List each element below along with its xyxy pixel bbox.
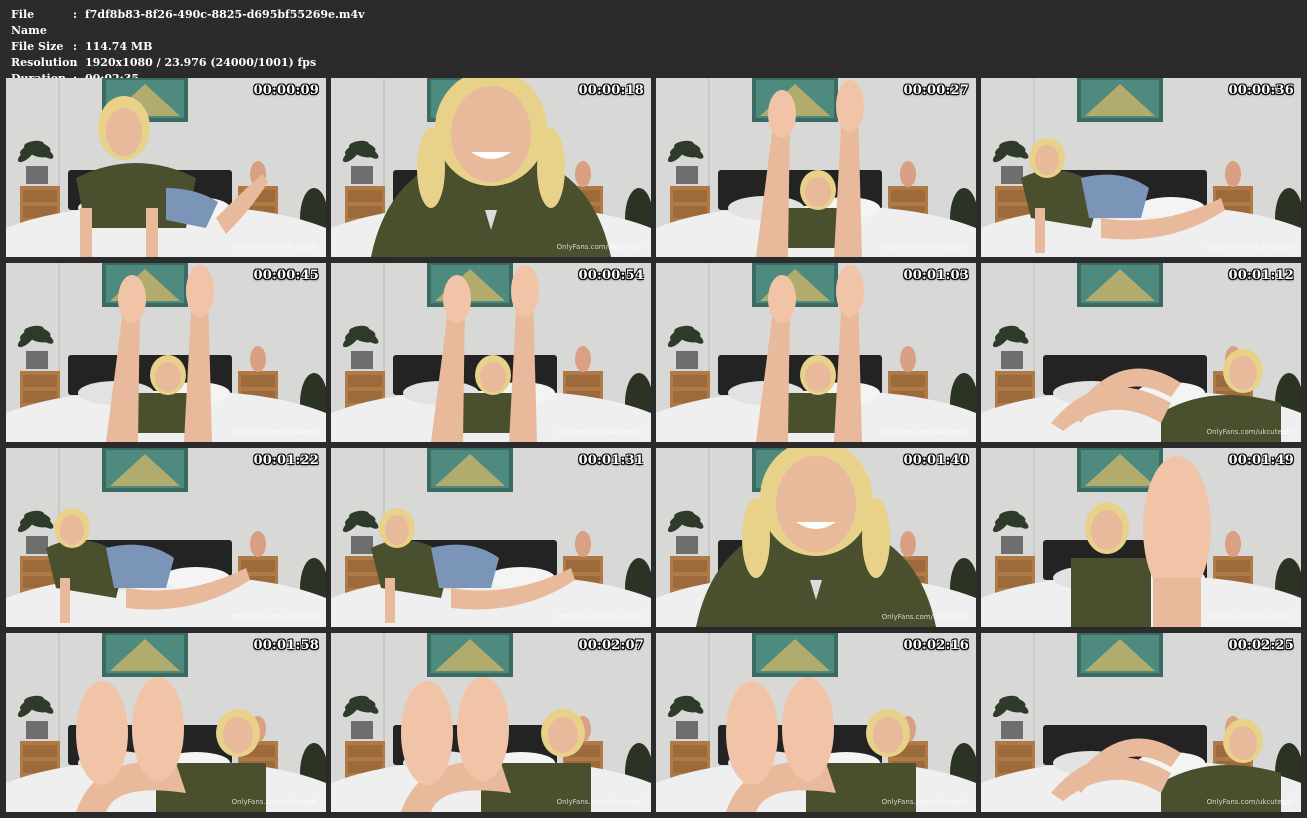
thumbnail-timestamp: 00:01:40 xyxy=(903,453,969,468)
video-thumbnail[interactable]: 00:00:54 OnlyFans.com/ukcutegirl xyxy=(331,263,651,442)
thumbnail-frame-image xyxy=(331,633,651,812)
video-thumbnail[interactable]: 00:01:22 OnlyFans.com/ukcutegirl xyxy=(6,448,326,627)
thumbnail-watermark: OnlyFans.com/ukcutegirl xyxy=(556,798,643,806)
thumbnail-timestamp: 00:01:12 xyxy=(1228,268,1294,283)
thumbnail-watermark: OnlyFans.com/ukcutegirl xyxy=(1206,798,1293,806)
thumbnail-watermark: OnlyFans.com/ukcutegirl xyxy=(556,428,643,436)
video-thumbnail[interactable]: 00:00:45 OnlyFans.com/ukcutegirl xyxy=(6,263,326,442)
video-thumbnail[interactable]: 00:00:36 OnlyFans.com/ukcutegirl xyxy=(981,78,1301,257)
separator: : xyxy=(73,8,78,21)
thumbnail-timestamp: 00:01:22 xyxy=(253,453,319,468)
video-thumbnail[interactable]: 00:01:49 OnlyFans.com/ukcutegirl xyxy=(981,448,1301,627)
video-thumbnail[interactable]: 00:02:16 OnlyFans.com/ukcutegirl xyxy=(656,633,976,812)
file-name-label: File Name xyxy=(11,8,47,37)
thumbnail-frame-image xyxy=(6,633,326,812)
thumbnail-timestamp: 00:00:27 xyxy=(903,83,969,98)
thumbnail-watermark: OnlyFans.com/ukcutegirl xyxy=(556,613,643,621)
thumbnail-frame-image xyxy=(656,633,976,812)
thumbnail-frame-image xyxy=(331,78,651,257)
thumbnail-timestamp: 00:00:54 xyxy=(578,268,644,283)
thumbnail-timestamp: 00:02:16 xyxy=(903,638,969,653)
thumbnail-watermark: OnlyFans.com/ukcutegirl xyxy=(881,243,968,251)
thumbnail-timestamp: 00:02:07 xyxy=(578,638,644,653)
thumbnail-frame-image xyxy=(656,448,976,627)
resolution-label: Resolution xyxy=(11,56,78,69)
video-thumbnail[interactable]: 00:00:18 OnlyFans.com/ukcutegirl xyxy=(331,78,651,257)
thumbnail-watermark: OnlyFans.com/ukcutegirl xyxy=(881,428,968,436)
thumbnail-frame-image xyxy=(331,263,651,442)
thumbnail-watermark: OnlyFans.com/ukcutegirl xyxy=(1206,428,1293,436)
video-thumbnail[interactable]: 00:01:12 OnlyFans.com/ukcutegirl xyxy=(981,263,1301,442)
thumbnail-frame-image xyxy=(331,448,651,627)
video-thumbnail[interactable]: 00:02:07 OnlyFans.com/ukcutegirl xyxy=(331,633,651,812)
thumbnail-watermark: OnlyFans.com/ukcutegirl xyxy=(231,613,318,621)
file-name-value: f7df8b83-8f26-490c-8825-d695bf55269e.m4v xyxy=(85,8,365,21)
thumbnail-timestamp: 00:01:31 xyxy=(578,453,644,468)
separator: : xyxy=(73,40,78,53)
thumbnail-watermark: OnlyFans.com/ukcutegirl xyxy=(231,243,318,251)
resolution-row: Resolution : 1920x1080 / 23.976 (24000/1… xyxy=(11,55,365,71)
video-thumbnail[interactable]: 00:00:27 OnlyFans.com/ukcutegirl xyxy=(656,78,976,257)
thumbnail-timestamp: 00:02:25 xyxy=(1228,638,1294,653)
thumbnail-watermark: OnlyFans.com/ukcutegirl xyxy=(556,243,643,251)
thumbnail-timestamp: 00:01:03 xyxy=(903,268,969,283)
video-thumbnail[interactable]: 00:00:09 OnlyFans.com/ukcutegirl xyxy=(6,78,326,257)
thumbnail-frame-image xyxy=(656,263,976,442)
video-thumbnail[interactable]: 00:01:03 OnlyFans.com/ukcutegirl xyxy=(656,263,976,442)
separator: : xyxy=(73,56,78,69)
thumbnail-frame-image xyxy=(981,448,1301,627)
file-size-label: File Size xyxy=(11,40,64,53)
thumbnail-frame-image xyxy=(981,78,1301,257)
thumbnail-timestamp: 00:01:49 xyxy=(1228,453,1294,468)
thumbnail-watermark: OnlyFans.com/ukcutegirl xyxy=(1206,613,1293,621)
thumbnail-frame-image xyxy=(6,263,326,442)
thumbnail-frame-image xyxy=(6,448,326,627)
thumbnail-timestamp: 00:00:45 xyxy=(253,268,319,283)
file-info-panel: File Name : f7df8b83-8f26-490c-8825-d695… xyxy=(11,7,365,87)
video-thumbnail[interactable]: 00:01:58 OnlyFans.com/ukcutegirl xyxy=(6,633,326,812)
thumbnail-watermark: OnlyFans.com/ukcutegirl xyxy=(231,428,318,436)
thumbnail-watermark: OnlyFans.com/ukcutegirl xyxy=(231,798,318,806)
thumbnail-watermark: OnlyFans.com/ukcutegirl xyxy=(881,613,968,621)
thumbnail-grid: 00:00:09 OnlyFans.com/ukcutegirl 00:00:18 O… xyxy=(6,78,1301,812)
thumbnail-timestamp: 00:00:18 xyxy=(578,83,644,98)
file-name-row: File Name : f7df8b83-8f26-490c-8825-d695… xyxy=(11,7,365,39)
thumbnail-frame-image xyxy=(981,263,1301,442)
thumbnail-timestamp: 00:00:36 xyxy=(1228,83,1294,98)
thumbnail-watermark: OnlyFans.com/ukcutegirl xyxy=(1206,243,1293,251)
video-thumbnail[interactable]: 00:02:25 OnlyFans.com/ukcutegirl xyxy=(981,633,1301,812)
thumbnail-timestamp: 00:01:58 xyxy=(253,638,319,653)
video-thumbnail[interactable]: 00:01:31 OnlyFans.com/ukcutegirl xyxy=(331,448,651,627)
file-size-value: 114.74 MB xyxy=(85,40,153,53)
thumbnail-frame-image xyxy=(6,78,326,257)
resolution-value: 1920x1080 / 23.976 (24000/1001) fps xyxy=(85,56,317,69)
video-thumbnail[interactable]: 00:01:40 OnlyFans.com/ukcutegirl xyxy=(656,448,976,627)
file-size-row: File Size : 114.74 MB xyxy=(11,39,365,55)
thumbnail-watermark: OnlyFans.com/ukcutegirl xyxy=(881,798,968,806)
thumbnail-timestamp: 00:00:09 xyxy=(253,83,319,98)
thumbnail-frame-image xyxy=(656,78,976,257)
thumbnail-frame-image xyxy=(981,633,1301,812)
